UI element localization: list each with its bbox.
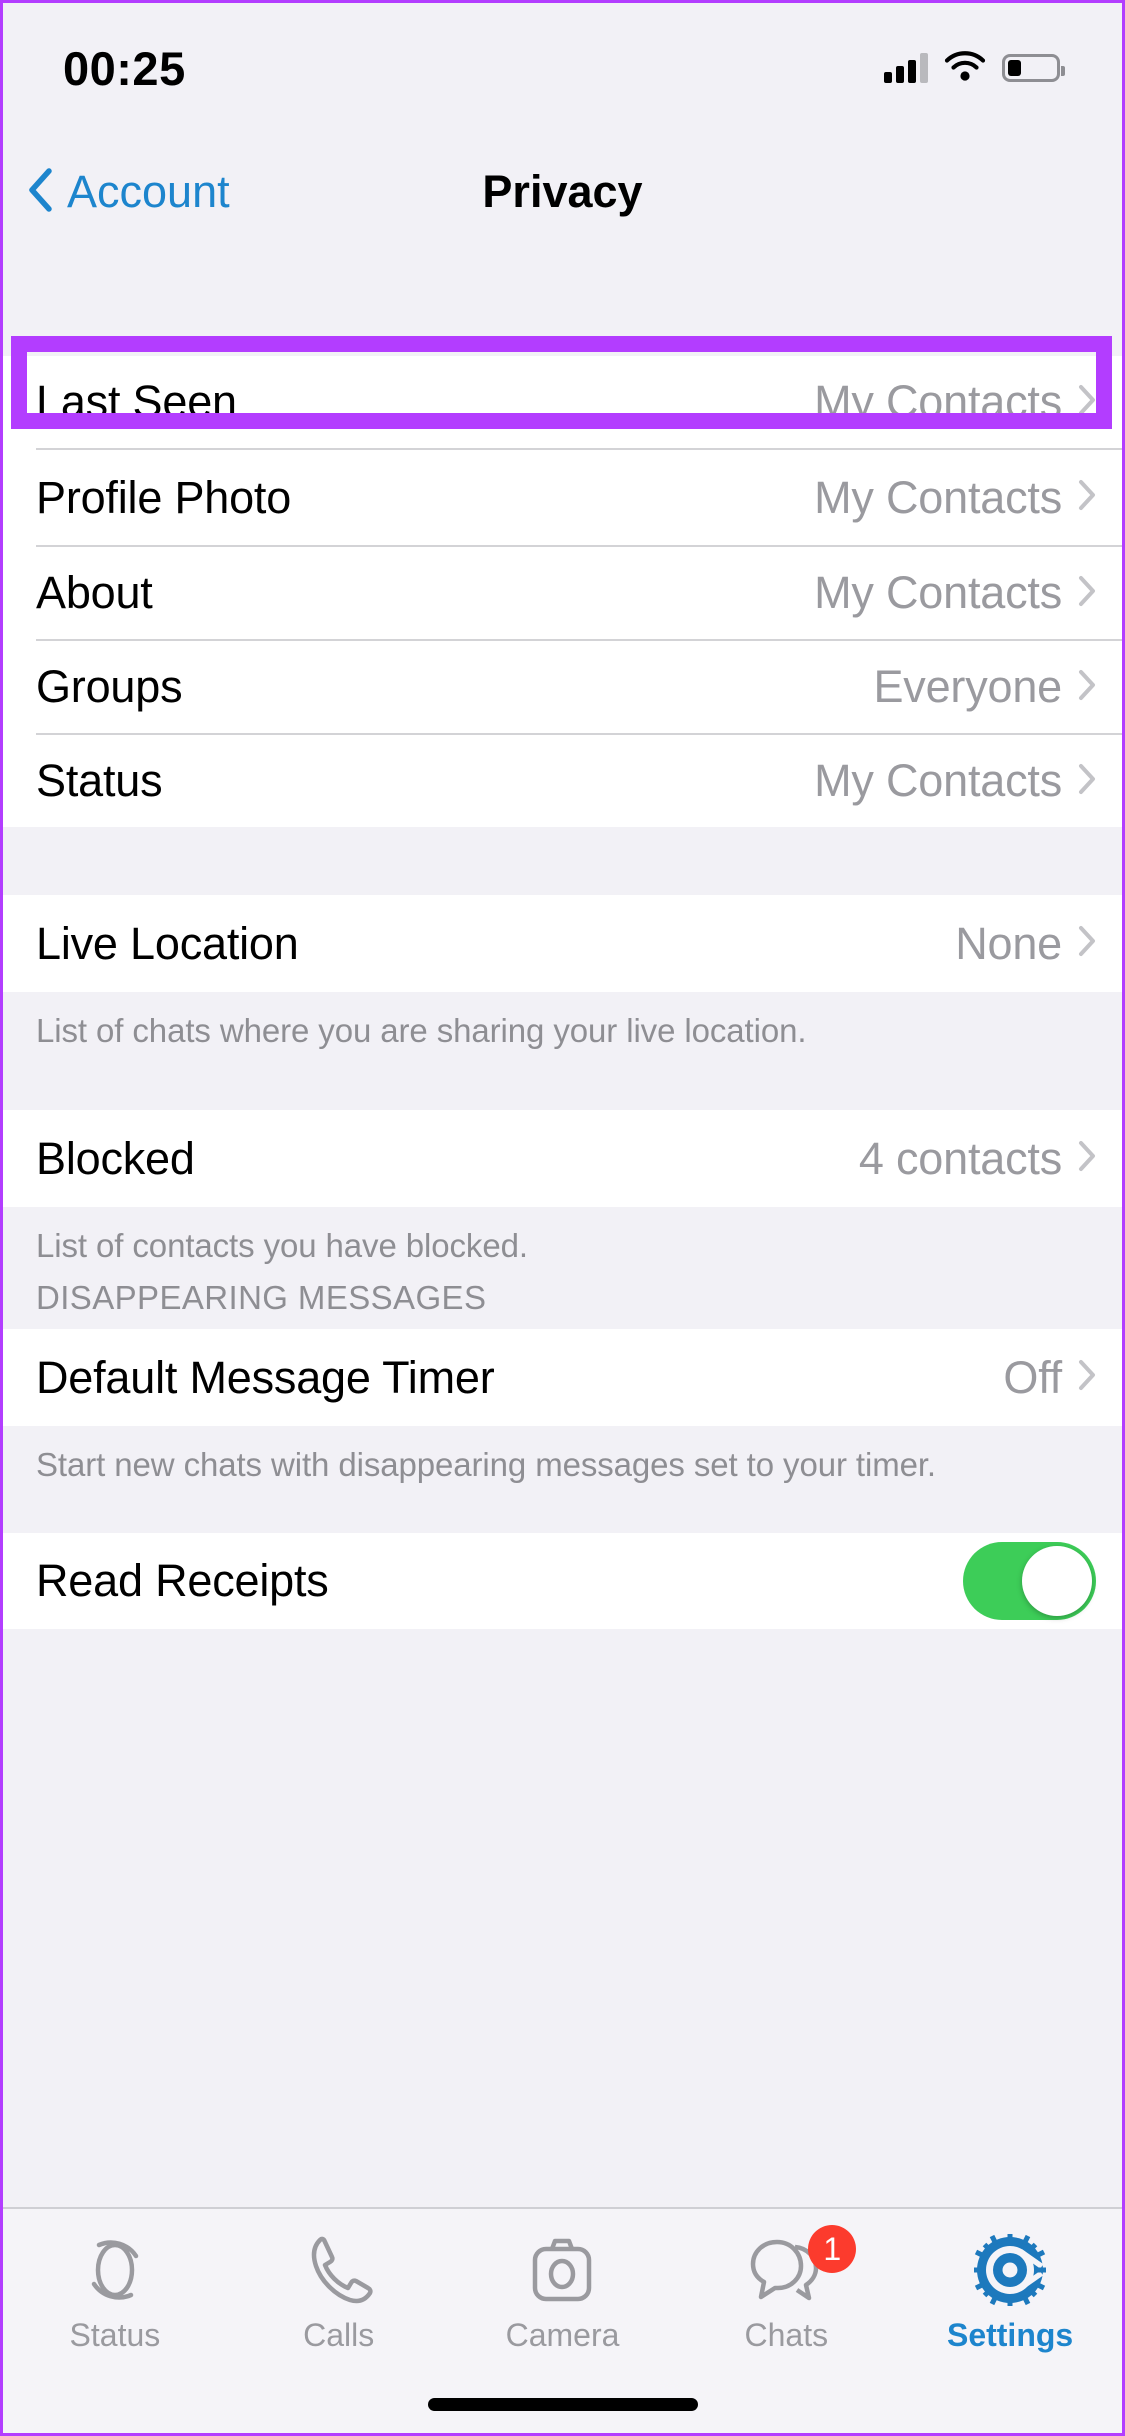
section-visibility: Last Seen My Contacts Profile Photo My C… [3, 356, 1122, 827]
row-label: Status [36, 755, 162, 807]
read-receipts-toggle[interactable] [963, 1542, 1096, 1620]
row-label: Read Receipts [36, 1555, 329, 1607]
row-value: Off [1003, 1352, 1062, 1404]
section-blocked: Blocked 4 contacts [3, 1110, 1122, 1207]
tab-label: Chats [744, 2317, 828, 2354]
tab-label: Status [70, 2317, 161, 2354]
footnote-live-location: List of chats where you are sharing your… [3, 992, 1122, 1110]
section-read-receipts: Read Receipts [3, 1533, 1122, 1629]
row-live-location[interactable]: Live Location None [3, 895, 1122, 992]
row-value: My Contacts [814, 472, 1062, 524]
row-label: Blocked [36, 1133, 195, 1185]
phone-screen: 00:25 Account [0, 0, 1125, 2436]
chevron-right-icon [1078, 925, 1096, 962]
chevron-right-icon [1078, 763, 1096, 800]
status-rings-icon [79, 2231, 151, 2309]
section-live-location: Live Location None [3, 895, 1122, 992]
row-value: My Contacts [814, 376, 1062, 428]
status-bar: 00:25 [3, 3, 1122, 133]
nav-spacer [3, 251, 1122, 356]
row-accessory: None [955, 918, 1096, 970]
row-status[interactable]: Status My Contacts [3, 735, 1122, 827]
row-label: Last Seen [36, 376, 237, 428]
chevron-right-icon [1078, 479, 1096, 516]
row-accessory: My Contacts [814, 567, 1096, 619]
footnote-blocked: List of contacts you have blocked. [3, 1207, 1122, 1265]
chevron-left-icon [27, 168, 53, 217]
battery-low-icon [1002, 54, 1060, 82]
tab-chats[interactable]: 1 Chats [674, 2209, 898, 2433]
tab-bar: Status Calls Camera [3, 2207, 1122, 2433]
row-read-receipts[interactable]: Read Receipts [3, 1533, 1122, 1629]
row-last-seen[interactable]: Last Seen My Contacts [3, 356, 1122, 448]
row-accessory: My Contacts [814, 472, 1096, 524]
chats-unread-badge: 1 [808, 2225, 856, 2273]
tab-label: Camera [506, 2317, 620, 2354]
tab-settings[interactable]: Settings [898, 2209, 1122, 2433]
back-button-label: Account [67, 166, 230, 218]
gear-icon [972, 2231, 1048, 2309]
wifi-icon [944, 51, 986, 86]
row-label: Profile Photo [36, 472, 291, 524]
row-accessory: Everyone [873, 661, 1096, 713]
row-label: Groups [36, 661, 182, 713]
cellular-signal-icon [884, 53, 928, 83]
row-groups[interactable]: Groups Everyone [3, 641, 1122, 733]
row-label: About [36, 567, 153, 619]
status-bar-icons [884, 51, 1060, 86]
tab-status[interactable]: Status [3, 2209, 227, 2433]
chevron-right-icon [1078, 1140, 1096, 1177]
home-indicator [428, 2398, 698, 2411]
row-label: Live Location [36, 918, 299, 970]
section-gap [3, 827, 1122, 895]
tab-label: Settings [947, 2317, 1073, 2354]
row-accessory: 4 contacts [859, 1133, 1096, 1185]
row-default-message-timer[interactable]: Default Message Timer Off [3, 1329, 1122, 1426]
back-button[interactable]: Account [3, 166, 230, 218]
footnote-disappearing-messages: Start new chats with disappearing messag… [3, 1426, 1122, 1533]
row-value: My Contacts [814, 755, 1062, 807]
camera-icon [526, 2231, 598, 2309]
section-disappearing-messages: Default Message Timer Off [3, 1329, 1122, 1426]
row-blocked[interactable]: Blocked 4 contacts [3, 1110, 1122, 1207]
chevron-right-icon [1078, 669, 1096, 706]
toggle-knob [1022, 1546, 1092, 1616]
row-value: Everyone [873, 661, 1062, 713]
chevron-right-icon [1078, 1359, 1096, 1396]
navigation-bar: Account Privacy [3, 133, 1122, 251]
row-profile-photo[interactable]: Profile Photo My Contacts [3, 450, 1122, 545]
chevron-right-icon [1078, 575, 1096, 612]
tab-calls[interactable]: Calls [227, 2209, 451, 2433]
chat-bubbles-icon: 1 [746, 2231, 826, 2309]
row-value: None [955, 918, 1062, 970]
row-label: Default Message Timer [36, 1352, 494, 1404]
status-bar-clock: 00:25 [63, 41, 186, 96]
row-about[interactable]: About My Contacts [3, 547, 1122, 639]
phone-icon [304, 2231, 374, 2309]
section-header-disappearing-messages: DISAPPEARING MESSAGES [3, 1265, 1122, 1329]
row-value: 4 contacts [859, 1133, 1062, 1185]
row-accessory: Off [1003, 1352, 1096, 1404]
tab-label: Calls [303, 2317, 374, 2354]
row-value: My Contacts [814, 567, 1062, 619]
row-accessory: My Contacts [814, 755, 1096, 807]
chevron-right-icon [1078, 384, 1096, 421]
row-accessory: My Contacts [814, 376, 1096, 428]
